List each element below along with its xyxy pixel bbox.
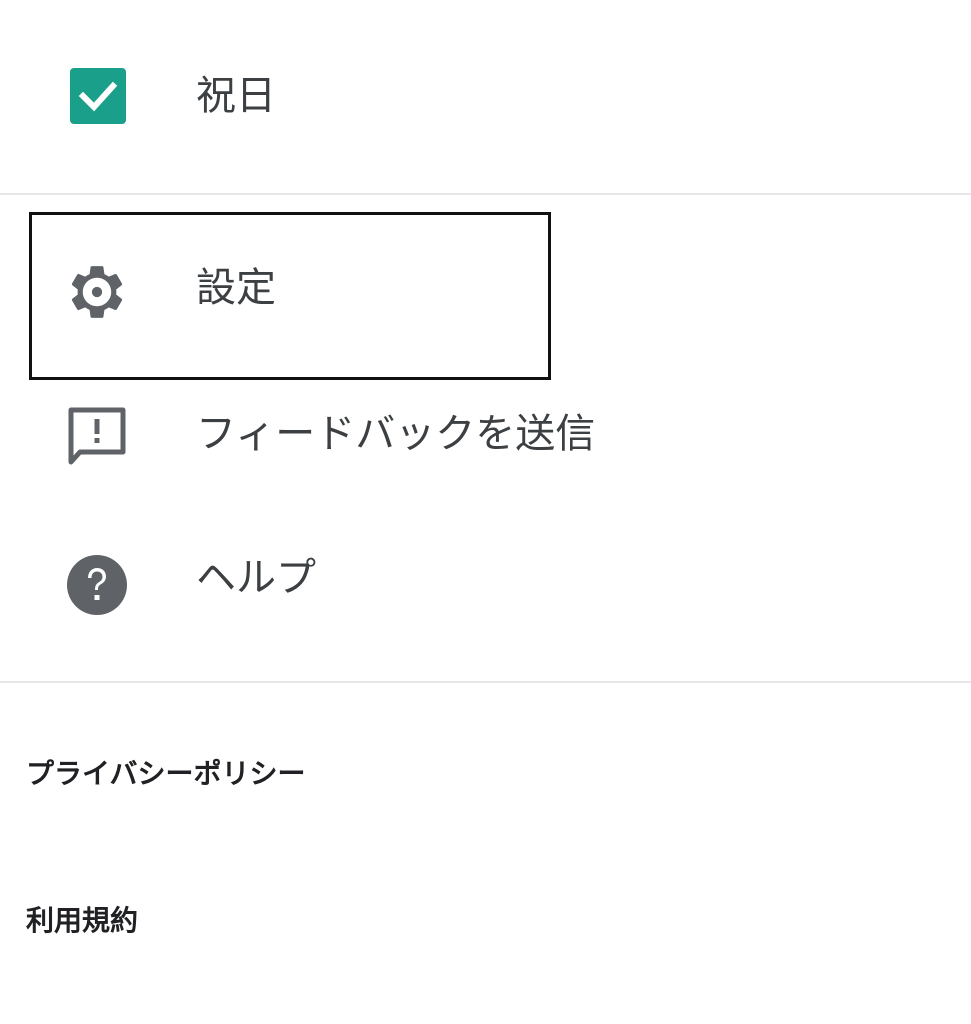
holidays-label: 祝日: [196, 73, 276, 119]
terms-of-service-link[interactable]: 利用規約: [26, 899, 138, 939]
divider: [0, 193, 971, 195]
focus-highlight-box: [29, 212, 551, 380]
checkbox-checked-icon[interactable]: [70, 68, 126, 124]
help-label: ヘルプ: [196, 555, 316, 601]
feedback-icon: [66, 404, 128, 466]
feedback-label: フィードバックを送信: [196, 411, 596, 457]
feedback-row[interactable]: フィードバックを送信: [0, 380, 971, 500]
holidays-row[interactable]: 祝日: [0, 40, 971, 152]
privacy-policy-link[interactable]: プライバシーポリシー: [26, 752, 305, 792]
help-row[interactable]: ヘルプ: [0, 520, 971, 650]
help-icon: [66, 554, 128, 616]
divider: [0, 681, 971, 683]
